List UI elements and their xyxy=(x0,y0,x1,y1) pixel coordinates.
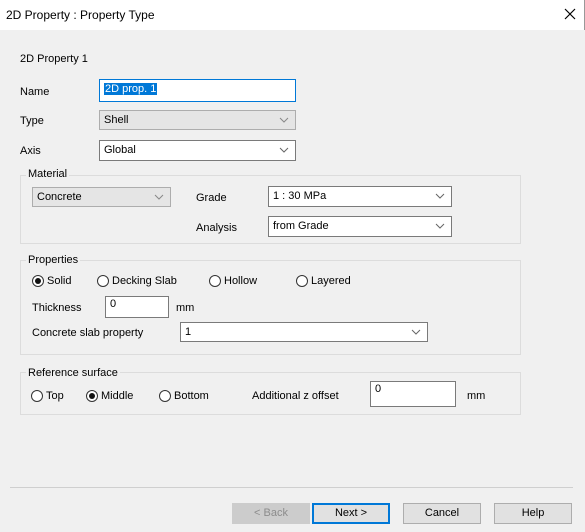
radio-middle[interactable]: Middle xyxy=(86,390,133,402)
radio-bottom[interactable]: Bottom xyxy=(159,390,209,402)
radio-indicator xyxy=(209,275,221,287)
analysis-label: Analysis xyxy=(196,222,237,234)
type-dropdown[interactable]: Shell xyxy=(99,110,296,130)
grade-label: Grade xyxy=(196,192,227,204)
axis-label: Axis xyxy=(20,145,41,157)
thickness-value: 0 xyxy=(110,298,117,310)
material-dropdown[interactable]: Concrete xyxy=(32,187,171,207)
thickness-input[interactable]: 0 xyxy=(105,296,169,318)
next-button[interactable]: Next > xyxy=(312,503,390,524)
radio-layered[interactable]: Layered xyxy=(296,275,351,287)
material-value: Concrete xyxy=(37,191,82,203)
type-value: Shell xyxy=(104,114,129,126)
radio-top[interactable]: Top xyxy=(31,390,64,402)
thickness-unit: mm xyxy=(176,302,195,314)
name-input[interactable]: 2D prop. 1 xyxy=(99,79,296,102)
radio-decking-slab[interactable]: Decking Slab xyxy=(97,275,177,287)
property-label: 2D Property 1 xyxy=(20,53,88,65)
radio-indicator xyxy=(97,275,109,287)
radio-indicator xyxy=(159,390,171,402)
properties-group-title: Properties xyxy=(26,254,81,266)
title-bar: 2D Property : Property Type xyxy=(0,0,585,30)
chevron-down-icon xyxy=(154,194,164,200)
radio-indicator xyxy=(86,390,98,402)
name-label: Name xyxy=(20,86,50,98)
material-group-title: Material xyxy=(26,168,70,180)
grade-value: 1 : 30 MPa xyxy=(273,190,327,202)
radio-indicator xyxy=(296,275,308,287)
axis-value: Global xyxy=(104,144,136,156)
radio-hollow[interactable]: Hollow xyxy=(209,275,257,287)
radio-solid[interactable]: Solid xyxy=(32,275,71,287)
z-offset-value: 0 xyxy=(375,383,382,395)
chevron-down-icon xyxy=(411,329,421,335)
z-offset-label: Additional z offset xyxy=(252,390,339,402)
cancel-button[interactable]: Cancel xyxy=(403,503,481,524)
back-button[interactable]: < Back xyxy=(232,503,310,524)
radio-indicator xyxy=(32,275,44,287)
window-title: 2D Property : Property Type xyxy=(6,8,155,22)
z-offset-input[interactable]: 0 xyxy=(370,381,456,407)
chevron-down-icon xyxy=(279,117,289,123)
analysis-dropdown[interactable]: from Grade xyxy=(268,216,452,237)
chevron-down-icon xyxy=(435,223,445,229)
radio-indicator xyxy=(31,390,43,402)
close-icon[interactable] xyxy=(560,4,580,24)
axis-dropdown[interactable]: Global xyxy=(99,140,296,161)
analysis-value: from Grade xyxy=(273,220,329,232)
footer-separator xyxy=(10,487,573,488)
z-offset-unit: mm xyxy=(467,390,486,402)
type-label: Type xyxy=(20,115,44,127)
name-value: 2D prop. 1 xyxy=(104,83,158,95)
grade-dropdown[interactable]: 1 : 30 MPa xyxy=(268,186,452,207)
thickness-label: Thickness xyxy=(32,302,82,314)
slab-property-dropdown[interactable]: 1 xyxy=(180,322,428,342)
chevron-down-icon xyxy=(435,193,445,199)
slab-property-value: 1 xyxy=(185,326,192,338)
reference-surface-group-title: Reference surface xyxy=(26,367,120,379)
help-button[interactable]: Help xyxy=(494,503,572,524)
slab-property-label: Concrete slab property xyxy=(32,327,144,339)
chevron-down-icon xyxy=(279,147,289,153)
